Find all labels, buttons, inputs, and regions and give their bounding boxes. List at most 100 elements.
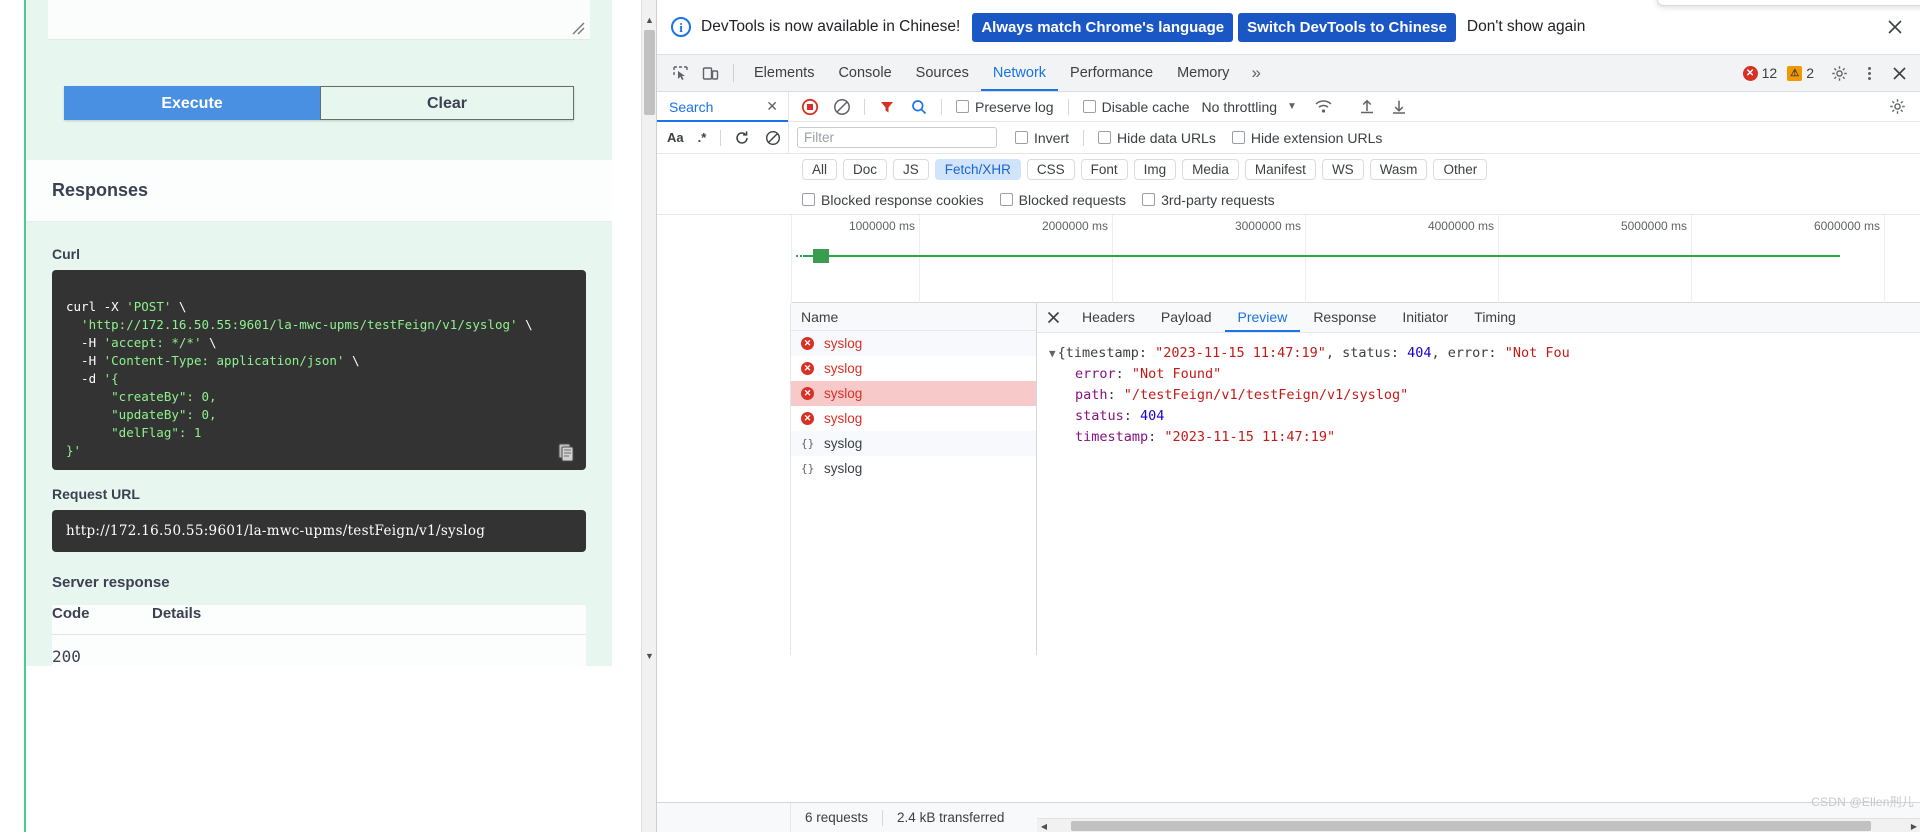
disable-cache-checkbox[interactable]: Disable cache — [1082, 99, 1190, 115]
chip-manifest[interactable]: Manifest — [1244, 159, 1316, 180]
search-icon[interactable] — [906, 94, 932, 120]
clear-button[interactable]: Clear — [320, 86, 574, 120]
chevron-double-right-icon[interactable]: » — [1241, 63, 1270, 83]
scroll-up-arrow[interactable]: ▲ — [642, 12, 656, 28]
tab-memory[interactable]: Memory — [1165, 55, 1241, 91]
chip-img[interactable]: Img — [1133, 159, 1177, 180]
chip-other[interactable]: Other — [1433, 159, 1488, 180]
table-row[interactable]: {} syslog — [791, 431, 1036, 456]
detail-horizontal-scrollbar[interactable]: ◀ ▶ — [1037, 818, 1920, 832]
json-value: "2023-11-15 11:47:19" — [1164, 429, 1336, 445]
table-row[interactable]: ✕ syslog — [791, 356, 1036, 381]
json-root-line[interactable]: ▼ {timestamp: "2023-11-15 11:47:19", stat… — [1049, 343, 1920, 364]
curl-line-2: -H — [66, 335, 104, 350]
scroll-down-arrow[interactable]: ▼ — [642, 648, 656, 664]
search-tab-label: Search — [669, 98, 714, 115]
tab-console[interactable]: Console — [826, 55, 903, 91]
inspect-element-icon[interactable] — [666, 59, 694, 87]
close-search-icon[interactable]: ✕ — [766, 98, 778, 115]
network-conditions-icon[interactable] — [1311, 94, 1337, 120]
tab-timing[interactable]: Timing — [1461, 303, 1529, 332]
chip-doc[interactable]: Doc — [843, 159, 888, 180]
hide-extension-urls-checkbox[interactable]: Hide extension URLs — [1231, 130, 1382, 146]
table-row[interactable]: ✕ syslog — [791, 381, 1036, 406]
chip-js[interactable]: JS — [893, 159, 929, 180]
network-settings-gear-icon[interactable] — [1884, 94, 1910, 120]
execute-clear-area: Execute Clear — [26, 40, 612, 160]
tab-initiator[interactable]: Initiator — [1389, 303, 1461, 332]
warning-count-badge[interactable]: ⚠ 2 — [1787, 65, 1814, 81]
chip-css[interactable]: CSS — [1026, 159, 1075, 180]
chip-all[interactable]: All — [802, 159, 838, 180]
scrollbar-thumb[interactable] — [1071, 821, 1871, 831]
close-notice-icon[interactable] — [1880, 12, 1910, 42]
error-count-badge[interactable]: ✕ 12 — [1742, 65, 1777, 81]
tab-performance[interactable]: Performance — [1058, 55, 1165, 91]
import-har-icon[interactable] — [1354, 94, 1380, 120]
blocked-response-cookies-checkbox[interactable]: Blocked response cookies — [802, 192, 984, 208]
search-results-pane — [657, 303, 791, 655]
clear-network-log-icon[interactable] — [829, 94, 855, 120]
hide-data-urls-checkbox[interactable]: Hide data URLs — [1098, 130, 1216, 146]
transferred-size: 2.4 kB transferred — [897, 810, 1005, 825]
tab-preview[interactable]: Preview — [1225, 303, 1301, 332]
refresh-icon[interactable] — [730, 125, 754, 151]
textarea-resize-grip[interactable] — [571, 21, 585, 35]
gear-icon[interactable] — [1825, 59, 1853, 87]
scroll-right-arrow[interactable]: ▶ — [1907, 819, 1920, 832]
blocked-requests-checkbox[interactable]: Blocked requests — [999, 191, 1127, 208]
checkbox-box — [802, 193, 815, 206]
table-row[interactable]: ✕ syslog — [791, 331, 1036, 356]
table-row[interactable]: {} syslog — [791, 456, 1036, 481]
match-case-toggle[interactable]: Aa — [667, 130, 684, 145]
tab-headers[interactable]: Headers — [1069, 303, 1148, 332]
network-overview-timeline[interactable]: 1000000 ms 2000000 ms 3000000 ms 4000000… — [791, 215, 1920, 303]
regex-toggle[interactable]: .* — [698, 130, 707, 145]
tab-payload[interactable]: Payload — [1148, 303, 1225, 332]
timeline-request-block — [813, 249, 829, 263]
toolbar-divider — [733, 64, 734, 82]
third-party-requests-checkbox[interactable]: 3rd-party requests — [1142, 192, 1275, 208]
filter-input[interactable] — [797, 127, 997, 148]
export-har-icon[interactable] — [1386, 94, 1412, 120]
action-button-row: Execute Clear — [64, 86, 574, 120]
close-detail-icon[interactable] — [1037, 310, 1069, 325]
clear-search-icon[interactable] — [761, 125, 785, 151]
devtools-window: i DevTools is now available in Chinese! … — [656, 0, 1920, 832]
invert-checkbox[interactable]: Invert — [1015, 130, 1069, 146]
chip-wasm[interactable]: Wasm — [1369, 159, 1428, 180]
chip-fetch-xhr[interactable]: Fetch/XHR — [934, 159, 1021, 180]
search-drawer-tab[interactable]: Search ✕ — [657, 91, 789, 122]
always-match-language-button[interactable]: Always match Chrome's language — [972, 12, 1234, 42]
column-header-name[interactable]: Name — [791, 303, 1036, 331]
preserve-log-checkbox[interactable]: Preserve log — [956, 99, 1054, 115]
chip-ws[interactable]: WS — [1321, 159, 1364, 180]
throttling-select[interactable]: No throttling — [1202, 99, 1277, 115]
close-devtools-icon[interactable] — [1885, 59, 1913, 87]
request-detail-pane: Headers Payload Preview Response Initiat… — [1037, 303, 1920, 655]
tab-response[interactable]: Response — [1300, 303, 1389, 332]
chevron-down-icon[interactable]: ▼ — [1287, 101, 1297, 112]
chip-font[interactable]: Font — [1080, 159, 1128, 180]
tab-elements[interactable]: Elements — [742, 55, 826, 91]
chip-media[interactable]: Media — [1182, 159, 1239, 180]
execute-button[interactable]: Execute — [64, 86, 320, 120]
scrollbar-thumb[interactable] — [644, 30, 655, 115]
more-vertical-icon[interactable] — [1855, 59, 1883, 87]
scroll-left-arrow[interactable]: ◀ — [1037, 819, 1051, 832]
blocked-requests-label: Blocked requests — [1018, 191, 1127, 208]
page-vertical-scrollbar[interactable]: ▲ ▼ — [641, 0, 656, 832]
device-toolbar-icon[interactable] — [696, 59, 724, 87]
funnel-icon[interactable] — [874, 94, 900, 120]
expand-triangle-icon[interactable]: ▼ — [1049, 347, 1056, 360]
record-stop-icon[interactable] — [797, 94, 823, 120]
response-table-header: Code Details — [52, 605, 586, 635]
table-row[interactable]: ✕ syslog — [791, 406, 1036, 431]
json-value: 404 — [1140, 408, 1165, 424]
tab-sources[interactable]: Sources — [904, 55, 981, 91]
copy-to-clipboard-icon[interactable] — [556, 442, 576, 462]
switch-devtools-language-button[interactable]: Switch DevTools to Chinese — [1238, 12, 1456, 42]
request-body-textarea[interactable] — [48, 0, 590, 40]
dont-show-again-link[interactable]: Don't show again — [1467, 18, 1585, 36]
tab-network[interactable]: Network — [981, 55, 1058, 91]
